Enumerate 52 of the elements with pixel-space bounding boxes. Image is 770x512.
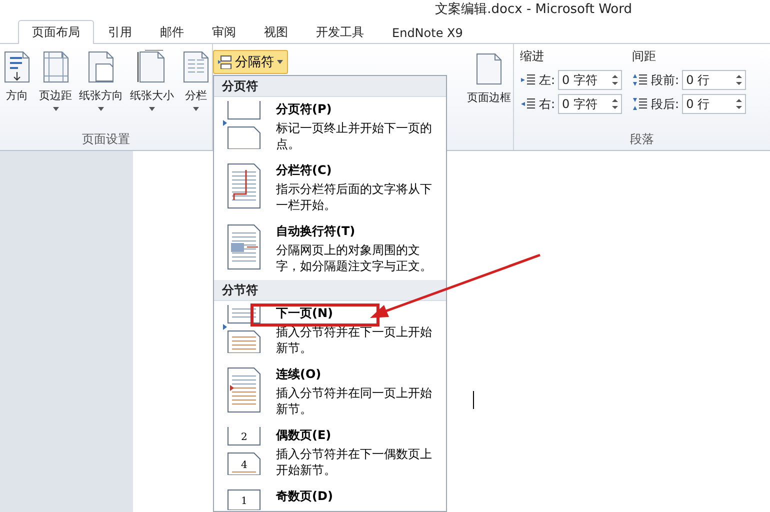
pages-icon — [86, 50, 116, 84]
spinner-icon[interactable] — [736, 98, 742, 110]
menu-item[interactable]: 2 4 偶数页(E) 插入分节符并在下一偶数页上开始新节。 — [214, 423, 446, 484]
spinner-icon[interactable] — [736, 74, 742, 86]
spin-field[interactable]: 0 字符 — [558, 94, 622, 114]
text-cursor — [473, 391, 474, 409]
menu-item[interactable]: 下一页(N) 插入分节符并在下一页上开始新节。 — [214, 301, 446, 362]
margins-icon — [40, 50, 70, 84]
menu-item[interactable]: 分页符(P) 标记一页终止并开始下一页的点。 — [214, 97, 446, 158]
spinner-icon[interactable] — [612, 98, 618, 110]
ribbon-button[interactable]: 页边距 — [37, 48, 74, 113]
ribbon-button[interactable]: 分栏 — [179, 48, 213, 113]
ribbon-button[interactable]: 方向 — [0, 48, 34, 105]
menu-item[interactable]: 分栏符(C) 指示分栏符后面的文字将从下一栏开始。 — [214, 158, 446, 219]
page-border-button[interactable]: 页面边框 — [465, 50, 513, 107]
indent-icon — [520, 73, 536, 87]
page-size-icon — [137, 50, 167, 84]
menu-item[interactable]: 自动换行符(T) 分隔网页上的对象周围的文字，如分隔题注文字与正文。 — [214, 219, 446, 280]
spin-field[interactable]: 0 字符 — [558, 70, 622, 90]
section-label: 缩进 — [520, 48, 545, 65]
ribbon-tab[interactable]: 审阅 — [198, 21, 250, 43]
spacing-icon — [632, 97, 648, 111]
menu-section-header: 分节符 — [222, 282, 258, 298]
section-label: 间距 — [632, 48, 658, 65]
field-label: 右: — [539, 96, 556, 112]
field-label: 段后: — [651, 96, 680, 112]
menu-item[interactable]: 1 奇数页(D) — [214, 484, 446, 511]
ribbon-button[interactable]: 纸张方向 — [77, 48, 125, 113]
group-label: 段落 — [630, 132, 654, 146]
spacing-icon — [632, 73, 648, 87]
spinner-icon[interactable] — [612, 74, 618, 86]
columns-icon — [181, 50, 211, 84]
spin-field[interactable]: 0 行 — [682, 94, 746, 114]
ribbon-button[interactable]: 纸张大小 — [128, 48, 176, 113]
ribbon-tab[interactable]: EndNote X9 — [378, 21, 477, 43]
menu-item[interactable]: 连续(O) 插入分节符并在同一页上开始新节。 — [214, 362, 446, 423]
breaks-button[interactable]: 分隔符 — [213, 50, 288, 74]
group-label: 页面设置 — [82, 132, 130, 146]
field-label: 段前: — [651, 72, 680, 88]
ribbon-tab[interactable]: 视图 — [250, 21, 302, 43]
spin-field[interactable]: 0 行 — [682, 70, 746, 90]
indent-icon — [520, 97, 536, 111]
field-label: 左: — [539, 72, 556, 88]
ribbon-tab[interactable]: 邮件 — [146, 21, 198, 43]
ribbon-tab[interactable]: 页面布局 — [18, 20, 94, 44]
breaks-icon — [218, 55, 232, 69]
ribbon-tab[interactable]: 开发工具 — [302, 21, 378, 43]
text-direction-icon — [2, 50, 32, 84]
page-icon — [474, 52, 504, 86]
window-title: 文案编辑.docx - Microsoft Word — [435, 1, 632, 18]
ribbon-tab[interactable]: 引用 — [94, 21, 146, 43]
menu-section-header: 分页符 — [222, 78, 258, 94]
